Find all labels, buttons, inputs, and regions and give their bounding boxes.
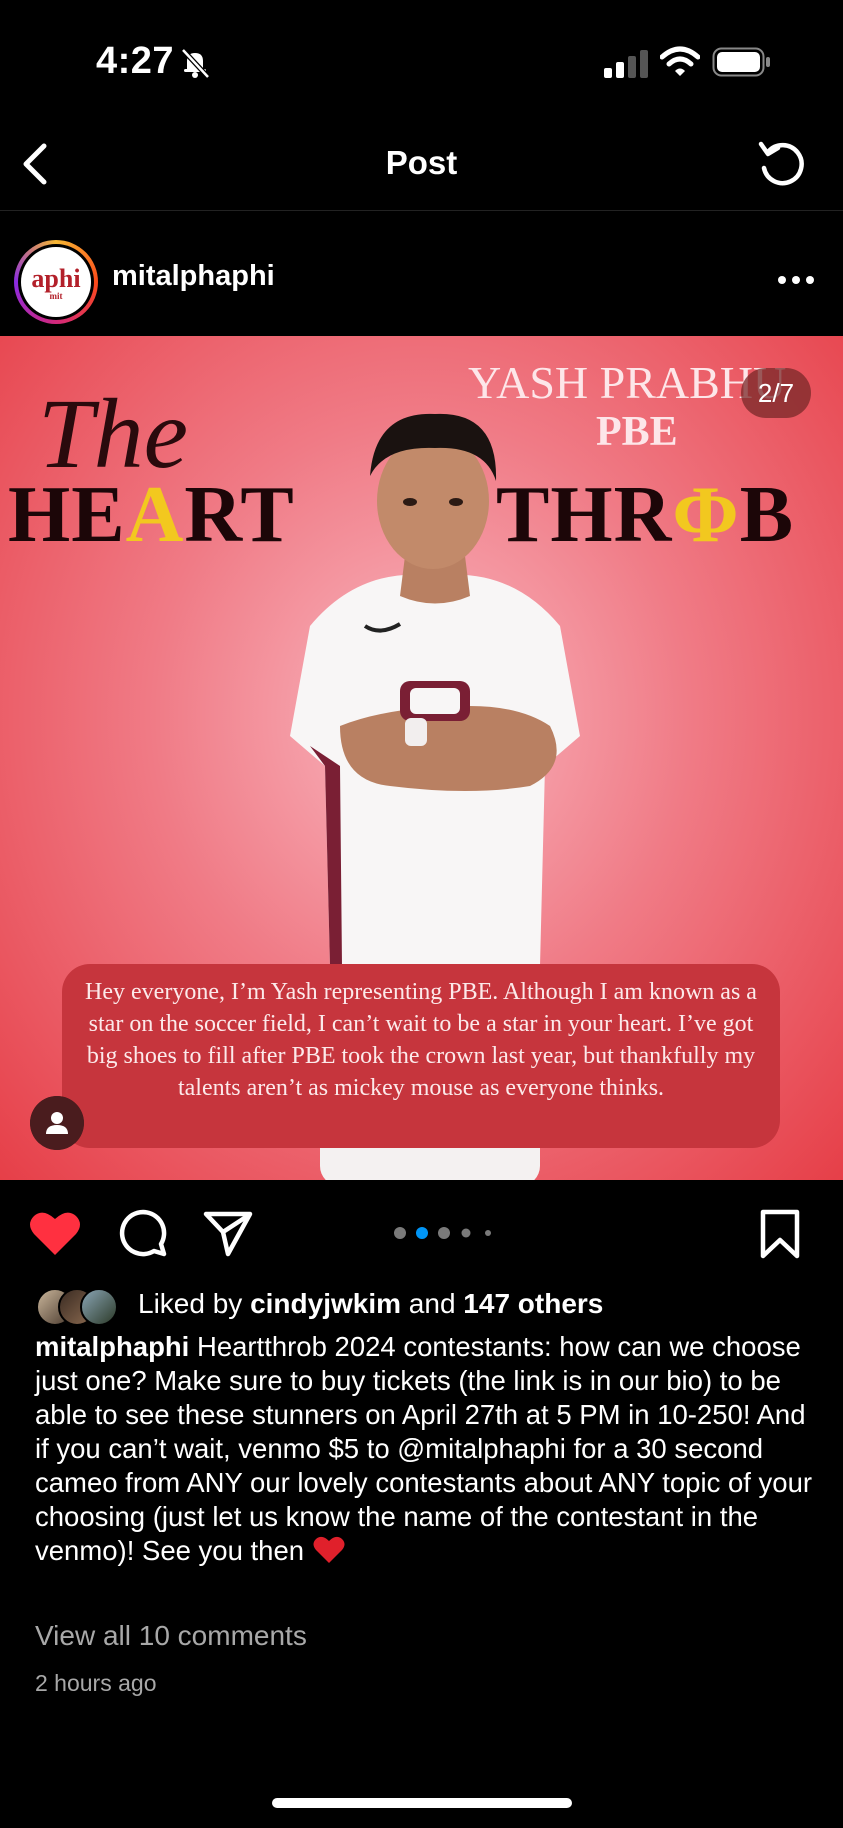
- bookmark-icon[interactable]: [758, 1208, 802, 1260]
- refresh-icon[interactable]: [756, 138, 808, 190]
- carousel-dot: [438, 1227, 450, 1239]
- likes-text: Liked by cindyjwkim and 147 others: [138, 1288, 604, 1319]
- post-timestamp: 2 hours ago: [35, 1670, 157, 1696]
- page-title: Post: [385, 144, 458, 181]
- caption-username[interactable]: mitalphaphi: [35, 1331, 189, 1362]
- post-header: aphi mit mitalphaphi: [0, 232, 843, 324]
- bell-slash-icon: [181, 48, 210, 79]
- contestant-name: YASH PRABHU: [468, 357, 787, 408]
- heart-icon[interactable]: [28, 1208, 82, 1258]
- carousel-dot: [394, 1227, 406, 1239]
- home-indicator[interactable]: [272, 1798, 572, 1808]
- status-time: 4:27: [96, 40, 175, 82]
- liker-avatar: [80, 1288, 118, 1326]
- status-bar: 4:27: [0, 0, 843, 120]
- likes-others[interactable]: 147 others: [463, 1288, 603, 1319]
- avatar-logo-subtext: mit: [49, 291, 63, 301]
- carousel-dot: [416, 1227, 428, 1239]
- signal-icon: [604, 50, 648, 78]
- post-username[interactable]: mitalphaphi: [112, 260, 275, 293]
- contestant-org: PBE: [596, 409, 678, 455]
- share-icon[interactable]: [202, 1208, 254, 1258]
- caption-text: Heartthrob 2024 contestants: how can we …: [35, 1331, 813, 1566]
- view-comments-link[interactable]: View all 10 comments: [35, 1620, 307, 1652]
- carousel-dot: [461, 1228, 471, 1238]
- avatar[interactable]: aphi mit: [14, 240, 98, 324]
- comment-icon[interactable]: [116, 1206, 168, 1258]
- more-icon[interactable]: [776, 274, 816, 286]
- post-image[interactable]: The HEART THRΦB YASH PRABHU PBE 2/7 Hey …: [0, 336, 843, 1180]
- post-caption: mitalphaphi Heartthrob 2024 contestants:…: [35, 1330, 815, 1568]
- avatar-logo-text: aphi: [31, 264, 81, 293]
- wifi-icon: [660, 46, 700, 76]
- carousel-counter: 2/7: [741, 368, 811, 418]
- image-title-heart: HEART: [8, 471, 295, 559]
- user-tag-icon[interactable]: [30, 1096, 84, 1150]
- carousel-dots: [394, 1227, 491, 1239]
- avatar-logo: aphi mit: [21, 247, 91, 317]
- liker-username[interactable]: cindyjwkim: [250, 1288, 401, 1319]
- likes-row[interactable]: Liked by cindyjwkim and 147 others: [36, 1286, 816, 1326]
- battery-icon: [712, 47, 770, 77]
- image-title-throb: THRΦB: [496, 471, 795, 559]
- carousel-dot: [485, 1230, 491, 1236]
- action-bar: [0, 1196, 843, 1266]
- nav-bar: Post: [0, 120, 843, 211]
- contestant-quote: Hey everyone, I’m Yash representing PBE.…: [62, 964, 780, 1148]
- red-heart-emoji-icon: [313, 1536, 345, 1563]
